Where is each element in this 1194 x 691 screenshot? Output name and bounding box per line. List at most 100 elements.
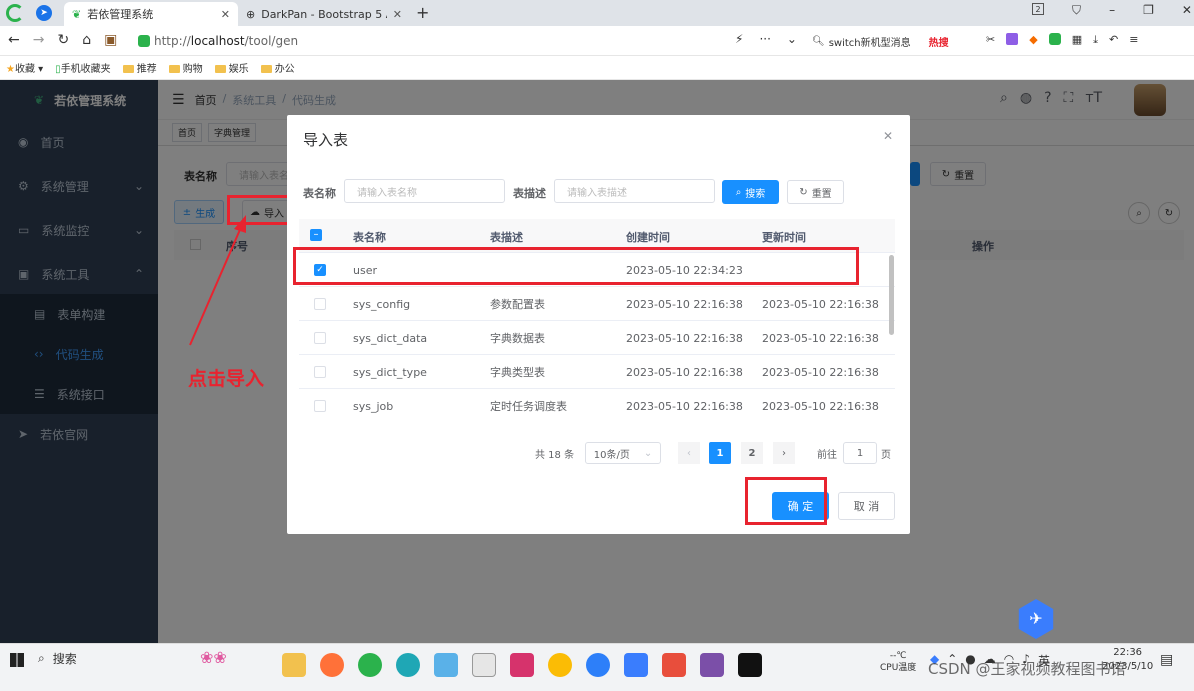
lotus-decoration-icon: ❀❀ — [200, 648, 227, 667]
next-page-button[interactable]: › — [773, 442, 795, 464]
table-row[interactable]: sys_config 参数配置表 2023-05-10 22:16:38 202… — [299, 287, 895, 321]
maximize-icon[interactable]: ❐ — [1143, 3, 1154, 18]
bookmark-mobile[interactable]: ▯手机收藏夹 — [55, 60, 111, 75]
undo-icon[interactable]: ↶ — [1109, 33, 1118, 47]
button-label: 搜索 — [745, 188, 766, 200]
row-checkbox[interactable] — [314, 400, 326, 412]
table-row[interactable]: sys_dict_data 字典数据表 2023-05-10 22:16:38 … — [299, 321, 895, 355]
xmind-icon[interactable] — [662, 653, 686, 677]
cell-desc: 参数配置表 — [490, 298, 545, 311]
table-scrollbar[interactable] — [889, 255, 894, 335]
scissors-icon[interactable]: ✂ — [986, 33, 995, 47]
globe-icon: ⊕ — [246, 7, 256, 21]
taskbar-search[interactable]: ⌕ 搜索 — [38, 650, 77, 667]
bookmark-office[interactable]: 办公 — [260, 60, 295, 75]
windows-start-icon[interactable] — [10, 653, 24, 667]
cell-created: 2023-05-10 22:16:38 — [626, 365, 743, 379]
goto-input[interactable]: 1 — [843, 442, 877, 464]
tab-ruoyi[interactable]: ❦ 若依管理系统 ✕ — [64, 2, 238, 26]
shirt-icon[interactable]: ⛉ — [1072, 3, 1081, 18]
bookmark-favorites[interactable]: ★收藏 ▾ — [6, 60, 43, 75]
notification-icon[interactable]: ▤ — [1160, 652, 1173, 668]
git-icon[interactable] — [434, 653, 458, 677]
bookmark-shopping[interactable]: 购物 — [168, 60, 203, 75]
dialog-table-desc-input[interactable]: 请输入表描述 — [554, 179, 715, 203]
tab-count-icon[interactable]: 2 — [1032, 3, 1044, 15]
edge-icon[interactable] — [396, 653, 420, 677]
dialog-reset-button[interactable]: ↻ 重置 — [787, 180, 844, 204]
taskbar-search-label: 搜索 — [52, 652, 77, 666]
bookmark-recommend[interactable]: 推荐 — [122, 60, 157, 75]
menu-icon[interactable]: ≡ — [1129, 33, 1138, 47]
folder-icon — [214, 65, 226, 73]
back-icon[interactable]: ← — [8, 32, 20, 48]
terminal-icon[interactable] — [738, 653, 762, 677]
window-controls: 2 ⛉ – ❐ ✕ — [1032, 3, 1192, 18]
typora-icon[interactable] — [472, 653, 496, 677]
browser-shield-icon[interactable]: ➤ — [36, 5, 52, 21]
search-icon: ⌕ — [38, 651, 45, 665]
browser-search-box[interactable]: 🔍︎ switch新机型消息 热搜 — [812, 31, 972, 51]
more-icon[interactable]: ··· — [759, 32, 770, 46]
flash-icon[interactable]: ⚡ — [735, 32, 743, 46]
bookmark-entertainment[interactable]: 娱乐 — [214, 60, 249, 75]
tab-close-icon[interactable]: ✕ — [393, 8, 402, 21]
dialog-close-icon[interactable]: ✕ — [883, 129, 893, 143]
tab-close-icon[interactable]: ✕ — [221, 8, 230, 21]
reload-icon[interactable]: ↻ — [57, 32, 69, 48]
windows-taskbar: ⌕ 搜索 ❀❀ --℃ CPU温度 ◆ ⌃ ● ☁ ◠ ♪ 英 22:36 20… — [0, 643, 1194, 691]
new-tab-icon[interactable]: + — [416, 3, 429, 22]
intellij-icon[interactable] — [510, 653, 534, 677]
feishu-icon[interactable] — [624, 653, 648, 677]
col-updated-header: 更新时间 — [762, 231, 806, 244]
table-row[interactable]: sys_dict_type 字典类型表 2023-05-10 22:16:38 … — [299, 355, 895, 389]
cancel-button[interactable]: 取 消 — [838, 492, 895, 520]
refresh-icon: ↻ — [799, 186, 808, 198]
leaf-icon: ❦ — [72, 7, 82, 21]
cell-desc: 字典数据表 — [490, 332, 545, 345]
wechat-icon[interactable] — [1048, 33, 1061, 45]
prev-page-button[interactable]: ‹ — [678, 442, 700, 464]
url-field[interactable]: http://localhost/tool/gen — [138, 31, 718, 51]
translate-icon[interactable] — [1006, 33, 1019, 45]
button-label: 重置 — [811, 188, 832, 200]
firefox-icon[interactable] — [320, 653, 344, 677]
table-row[interactable]: sys_job 定时任务调度表 2023-05-10 22:16:38 2023… — [299, 389, 895, 423]
vscode-alt-icon[interactable] — [586, 653, 610, 677]
chevron-down-icon[interactable]: ⌄ — [787, 32, 797, 46]
select-all-checkbox[interactable]: – — [310, 229, 322, 241]
tab-darkpan[interactable]: ⊕ DarkPan - Bootstrap 5 Adm ✕ — [238, 2, 410, 26]
chrome-icon[interactable] — [548, 653, 572, 677]
page-size-select[interactable]: 10条/页 ⌄ — [585, 442, 661, 464]
url-path: /tool/gen — [244, 34, 299, 48]
chevron-down-icon: ⌄ — [643, 447, 653, 459]
winrar-icon[interactable] — [700, 653, 724, 677]
briefcase-icon[interactable]: ▣ — [104, 32, 117, 48]
page-1-button[interactable]: 1 — [709, 442, 731, 464]
browser-search-text: switch新机型消息 — [828, 37, 911, 49]
apps-grid-icon[interactable]: ▦ — [1072, 33, 1082, 47]
row-checkbox[interactable] — [314, 366, 326, 378]
dialog-title: 导入表 — [303, 131, 349, 149]
cell-created: 2023-05-10 22:16:38 — [626, 399, 743, 413]
file-explorer-icon[interactable] — [282, 653, 306, 677]
confirm-highlight-box — [745, 477, 827, 525]
page-size-value: 10条/页 — [593, 449, 630, 461]
dialog-search-button[interactable]: ⌕ 搜索 — [722, 180, 779, 204]
row-checkbox[interactable] — [314, 298, 326, 310]
game-icon[interactable]: ◆ — [1029, 33, 1037, 47]
dialog-table-name-input[interactable]: 请输入表名称 — [344, 179, 505, 203]
row-checkbox[interactable] — [314, 332, 326, 344]
browser-logo-icon[interactable] — [6, 4, 24, 22]
browser-360-icon[interactable] — [358, 653, 382, 677]
close-window-icon[interactable]: ✕ — [1182, 3, 1192, 18]
annotation-arrow — [189, 215, 246, 346]
tab-ruoyi-label: 若依管理系统 — [87, 8, 154, 21]
cell-created: 2023-05-10 22:16:38 — [626, 297, 743, 311]
url-host: localhost — [190, 34, 245, 48]
download-icon[interactable]: ⤓ — [1093, 33, 1098, 47]
page-2-button[interactable]: 2 — [741, 442, 763, 464]
home-icon[interactable]: ⌂ — [82, 32, 91, 48]
minimize-icon[interactable]: – — [1109, 3, 1115, 18]
forward-icon[interactable]: → — [33, 32, 45, 48]
